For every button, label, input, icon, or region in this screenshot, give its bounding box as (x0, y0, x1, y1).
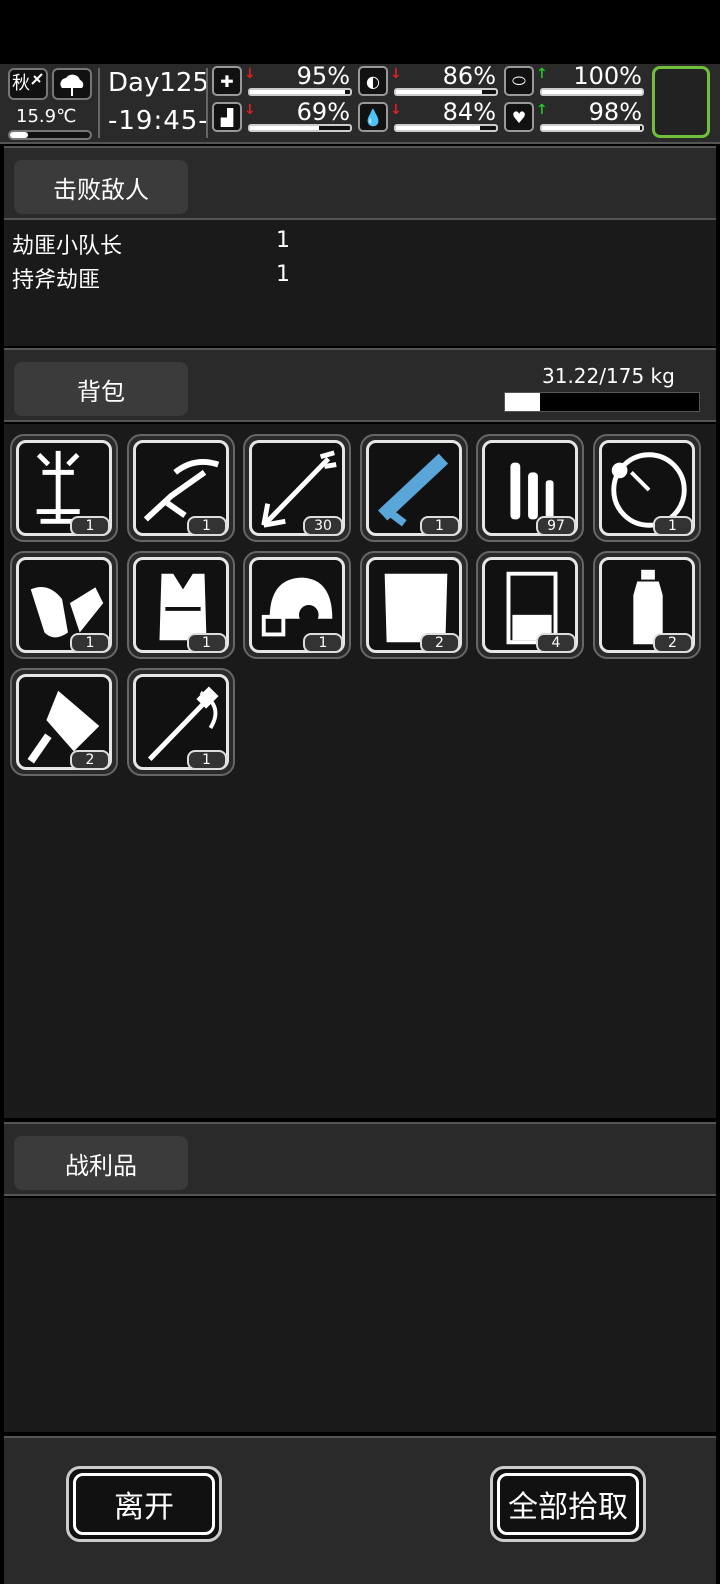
water-drop-icon: 💧 (358, 102, 388, 132)
item-quantity: 2 (70, 750, 110, 770)
stat-stamina: ▟ ↓ 69% (212, 98, 354, 136)
inventory-slot[interactable]: 1 (359, 434, 468, 542)
avatar-slot[interactable] (652, 66, 710, 138)
inventory-slot[interactable]: 97 (476, 434, 584, 542)
stat-value: 98% (588, 98, 642, 126)
leave-button[interactable]: 离开 (66, 1466, 222, 1542)
defeated-list: 劫匪小队长 1 持斧劫匪 1 (4, 220, 716, 346)
tab-backpack[interactable]: 背包 (14, 362, 188, 416)
leaf-icon (31, 73, 43, 85)
item-quantity: 1 (186, 516, 227, 536)
take-all-button[interactable]: 全部拾取 (490, 1466, 646, 1542)
tab-loot[interactable]: 战利品 (14, 1136, 188, 1190)
stat-bar (248, 124, 352, 132)
list-item: 持斧劫匪 1 (12, 262, 290, 294)
item-quantity: 2 (652, 633, 693, 653)
stat-heart: ♥ ↑ 98% (504, 98, 646, 136)
inventory-slot[interactable]: 1 (126, 551, 235, 659)
stat-value: 84% (442, 98, 496, 126)
item-quantity: 1 (186, 750, 227, 770)
day-counter: Day125 (108, 68, 209, 98)
season-indicator: 秋 (8, 68, 48, 100)
enemy-name: 持斧劫匪 (12, 268, 101, 293)
item-quantity: 2 (419, 633, 460, 653)
pill-icon: ⬭ (504, 66, 534, 96)
weight-readout: 31.22/175 kg (542, 364, 675, 388)
item-quantity: 1 (652, 516, 693, 536)
stat-mood: ⬭ ↑ 100% (504, 62, 646, 100)
arrow-up-icon: ↑ (536, 102, 548, 118)
stat-value: 86% (442, 62, 496, 90)
medkit-icon: ✚ (212, 66, 242, 96)
stat-bar (394, 124, 498, 132)
inventory-slot[interactable]: 4 (476, 551, 584, 659)
item-quantity: 1 (303, 633, 343, 653)
leave-button-label: 离开 (73, 1473, 215, 1535)
arrow-down-icon: ↓ (244, 66, 256, 82)
backpack-header: 背包 31.22/175 kg (4, 348, 716, 422)
status-bar: 秋 15.9℃ Day125 -19:45- ✚ ↓ 95% ◐ ↓ 86% ⬭ ↑ 100% ▟… (0, 62, 720, 144)
stat-bar (394, 88, 498, 96)
stat-thirst: 💧 ↓ 84% (358, 98, 500, 136)
temperature-readout: 15.9℃ (16, 106, 77, 127)
inventory-slot[interactable]: 2 (592, 551, 701, 659)
weather-indicator (52, 68, 92, 100)
inventory-slot[interactable]: 1 (10, 434, 118, 542)
inventory-slot[interactable]: 30 (243, 434, 351, 542)
stat-bar (248, 88, 352, 96)
take-all-button-label: 全部拾取 (497, 1473, 639, 1535)
loot-header: 战利品 (4, 1122, 716, 1196)
arrow-up-icon: ↑ (536, 66, 548, 82)
clock: -19:45- (108, 106, 209, 136)
stat-value: 95% (296, 62, 350, 90)
season-label: 秋 (12, 73, 30, 94)
inventory-slot[interactable]: 1 (126, 668, 235, 776)
heart-icon: ♥ (504, 102, 534, 132)
stat-value: 69% (296, 98, 350, 126)
item-quantity: 1 (186, 633, 227, 653)
inventory-slot[interactable]: 2 (359, 551, 468, 659)
stat-bar (540, 124, 644, 132)
stat-value: 100% (573, 62, 642, 90)
item-quantity: 1 (419, 516, 460, 536)
stomach-icon: ◐ (358, 66, 388, 96)
temperature-bar (8, 130, 92, 140)
item-quantity: 1 (70, 633, 110, 653)
inventory-slot[interactable]: 1 (10, 551, 118, 659)
weight-bar (504, 392, 700, 412)
defeated-header: 击败敌人 (4, 146, 716, 220)
list-item: 劫匪小队长 1 (12, 228, 290, 260)
item-quantity: 30 (303, 516, 343, 536)
stat-hunger: ◐ ↓ 86% (358, 62, 500, 100)
enemy-name: 劫匪小队长 (12, 234, 123, 259)
arrow-down-icon: ↓ (390, 102, 402, 118)
arrow-down-icon: ↓ (244, 102, 256, 118)
inventory-slot[interactable]: 1 (126, 434, 235, 542)
item-quantity: 4 (536, 633, 576, 653)
boot-icon: ▟ (212, 102, 242, 132)
tab-defeated-enemies[interactable]: 击败敌人 (14, 160, 188, 214)
stat-bar (540, 88, 644, 96)
stat-health: ✚ ↓ 95% (212, 62, 354, 100)
inventory-slot[interactable]: 1 (592, 434, 701, 542)
arrow-down-icon: ↓ (390, 66, 402, 82)
inventory-slot[interactable]: 2 (10, 668, 118, 776)
enemy-count: 1 (276, 228, 290, 253)
loot-panel (4, 1198, 716, 1432)
cloud-icon (60, 74, 84, 96)
item-quantity: 1 (70, 516, 110, 536)
item-quantity: 97 (536, 516, 576, 536)
inventory-slot[interactable]: 1 (243, 551, 351, 659)
enemy-count: 1 (276, 262, 290, 287)
